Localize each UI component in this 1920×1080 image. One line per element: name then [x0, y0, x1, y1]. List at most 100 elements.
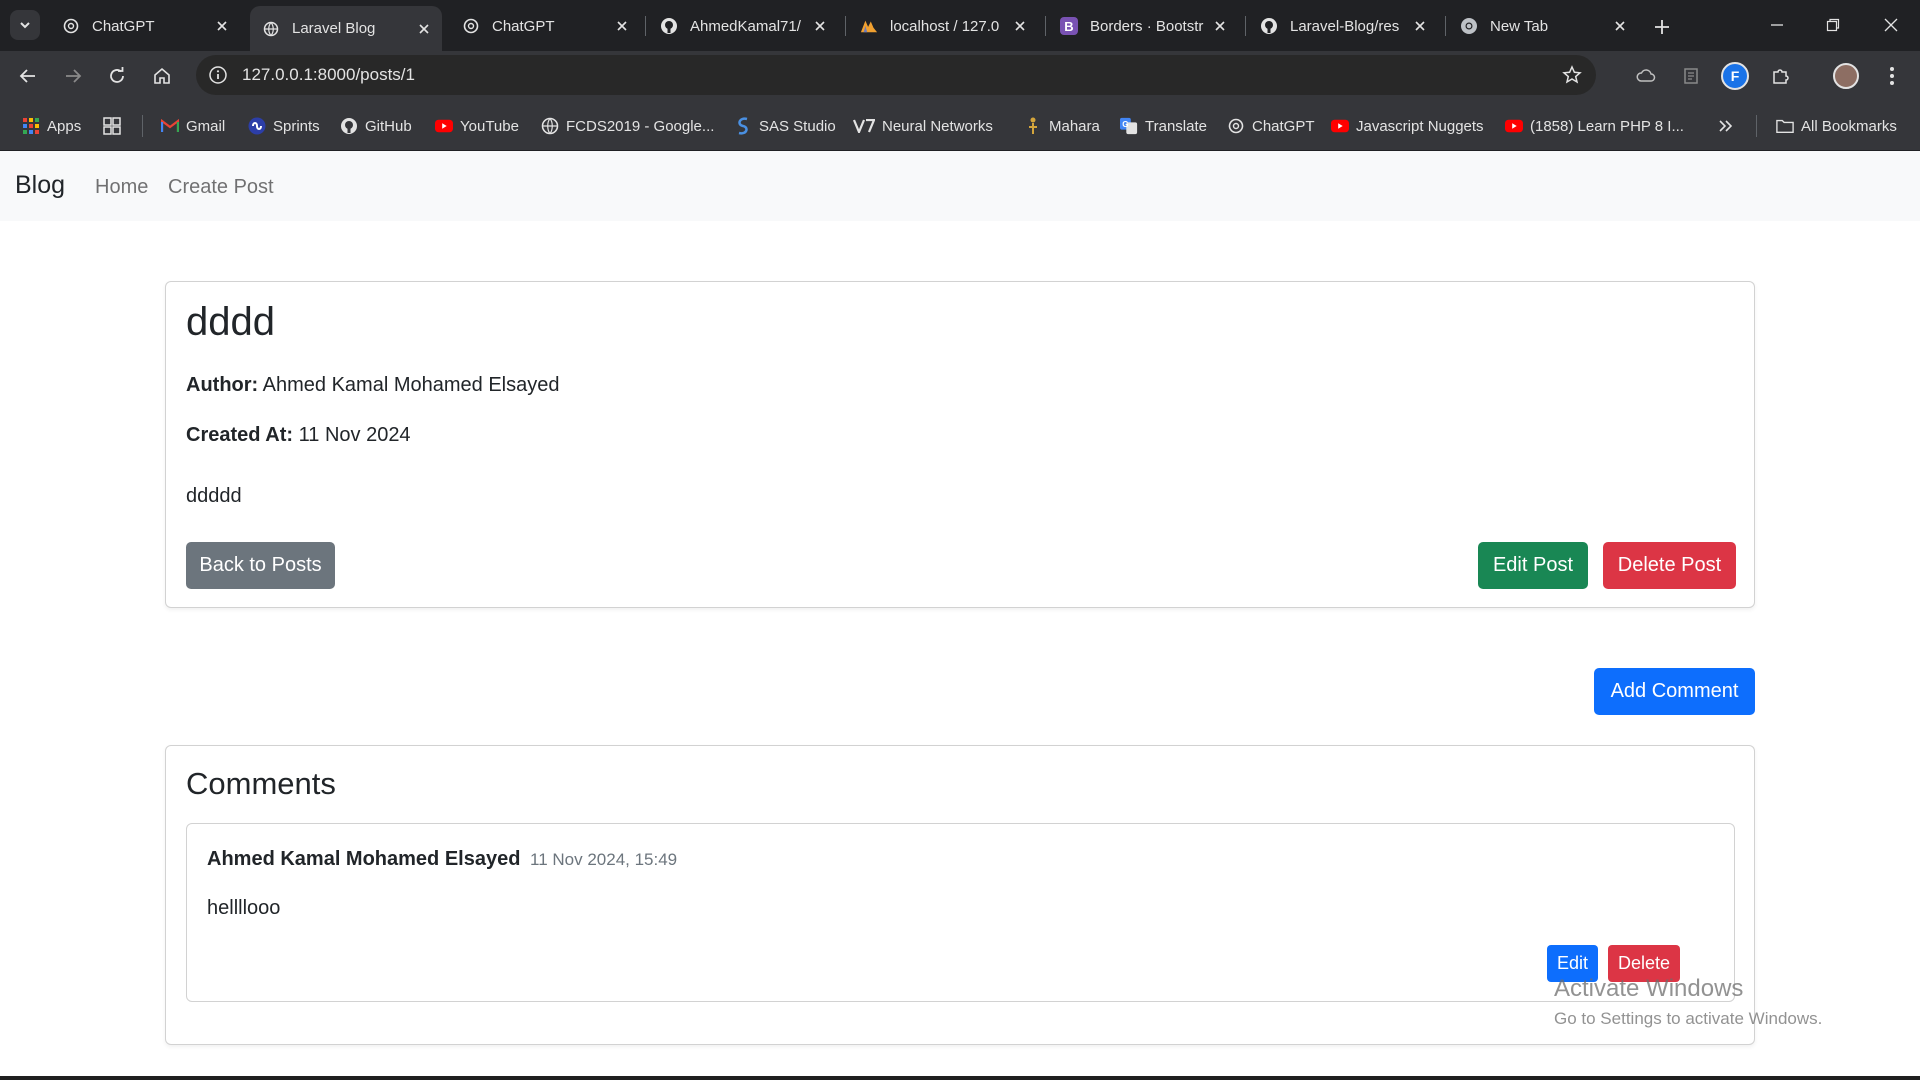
tab-title: ChatGPT — [492, 17, 555, 35]
tab-laravel-blog[interactable]: Laravel Blog — [250, 6, 442, 51]
tab-separator — [645, 16, 646, 36]
bookmark-javascript-nuggets[interactable]: Javascript Nuggets — [1331, 115, 1484, 137]
page-content: Blog Home Create Post dddd Author: Ahmed… — [0, 151, 1920, 1080]
extension-button[interactable] — [1628, 58, 1664, 94]
bookmark-label: YouTube — [460, 117, 519, 135]
sprints-icon — [248, 117, 266, 135]
bookmark-tab-groups[interactable] — [103, 115, 128, 137]
comment-item: Ahmed Kamal Mohamed Elsayed 11 Nov 2024,… — [186, 823, 1735, 1002]
close-icon[interactable] — [1410, 16, 1430, 36]
site-info-icon[interactable] — [206, 63, 230, 87]
bookmark-learn-php[interactable]: (1858) Learn PHP 8 I... — [1505, 115, 1684, 137]
home-button[interactable] — [144, 58, 180, 94]
bookmark-separator — [1756, 115, 1757, 137]
tab-phpmyadmin[interactable]: localhost / 127.0 — [848, 6, 1038, 46]
comment-author-name: Ahmed Kamal Mohamed Elsayed — [207, 848, 521, 870]
close-icon[interactable] — [810, 16, 830, 36]
tab-title: ChatGPT — [92, 17, 155, 35]
profile-button[interactable] — [1828, 58, 1864, 94]
comment-date: 11 Nov 2024, 15:49 — [530, 850, 678, 869]
bookmark-neural-networks[interactable]: Neural Networks — [853, 115, 993, 137]
tab-title: AhmedKamal71/ — [690, 17, 801, 35]
avatar-initial: F — [1730, 68, 1740, 84]
bookmark-youtube[interactable]: YouTube — [435, 115, 519, 137]
bookmark-gmail[interactable]: Gmail — [161, 115, 225, 137]
youtube-icon — [1331, 117, 1349, 135]
tab-title: Borders · Bootstr — [1090, 17, 1204, 35]
close-icon[interactable] — [212, 16, 232, 36]
bookmark-sprints[interactable]: Sprints — [248, 115, 320, 137]
svg-text:G: G — [1122, 120, 1128, 129]
bookmarks-bar: Apps Gmail Sprints GitHub YouTube FCDS20… — [0, 100, 1920, 151]
tab-title: Laravel-Blog/res — [1290, 17, 1400, 35]
tab-chatgpt-1[interactable]: ChatGPT — [50, 6, 240, 46]
tab-search-button[interactable] — [10, 10, 40, 40]
delete-post-button[interactable]: Delete Post — [1603, 542, 1736, 589]
menu-button[interactable] — [1874, 58, 1910, 94]
navbar: Blog Home Create Post — [0, 151, 1920, 221]
nav-link-home[interactable]: Home — [95, 176, 148, 199]
reading-list-button[interactable] — [1673, 58, 1709, 94]
restore-icon — [1826, 18, 1840, 32]
close-icon[interactable] — [1010, 16, 1030, 36]
tab-separator — [1445, 16, 1446, 36]
bookmark-label: Neural Networks — [882, 117, 993, 135]
profile-extension-button[interactable]: F — [1717, 58, 1753, 94]
comments-card: Comments Ahmed Kamal Mohamed Elsayed 11 … — [165, 745, 1755, 1045]
bookmark-chatgpt[interactable]: ChatGPT — [1227, 115, 1315, 137]
youtube-icon — [1505, 117, 1523, 135]
back-button[interactable] — [10, 58, 46, 94]
url-text[interactable]: 127.0.0.1:8000/posts/1 — [242, 55, 415, 95]
minimize-button[interactable] — [1759, 10, 1795, 40]
chatgpt-icon — [1227, 117, 1245, 135]
post-title: dddd — [186, 300, 275, 344]
tab-github-laravel-blog[interactable]: Laravel-Blog/res — [1248, 6, 1438, 46]
tab-title: localhost / 127.0 — [890, 17, 1000, 35]
tab-github-ahmedkamal[interactable]: AhmedKamal71/ — [648, 6, 838, 46]
navbar-brand[interactable]: Blog — [15, 171, 65, 200]
home-icon — [154, 67, 170, 84]
windows-activation-watermark: Activate Windows Go to Settings to activ… — [1554, 975, 1822, 1029]
tab-chatgpt-2[interactable]: ChatGPT — [450, 6, 640, 46]
bookmark-apps[interactable]: Apps — [22, 115, 81, 137]
bookmark-star-icon[interactable] — [1560, 63, 1584, 87]
tab-bootstrap-borders[interactable]: B Borders · Bootstr — [1048, 6, 1238, 46]
extensions-button[interactable] — [1763, 58, 1799, 94]
address-bar[interactable]: 127.0.0.1:8000/posts/1 — [196, 55, 1596, 95]
close-icon[interactable] — [612, 16, 632, 36]
comment-author: Ahmed Kamal Mohamed Elsayed 11 Nov 2024,… — [207, 848, 677, 871]
bookmark-sas-studio[interactable]: SAS Studio — [734, 115, 836, 137]
forward-button[interactable] — [55, 58, 91, 94]
new-tab-button[interactable] — [1648, 13, 1676, 41]
add-comment-button[interactable]: Add Comment — [1594, 668, 1755, 715]
bookmark-github[interactable]: GitHub — [340, 115, 412, 137]
close-icon[interactable] — [1210, 16, 1230, 36]
tab-new-tab[interactable]: New Tab — [1448, 6, 1638, 46]
bootstrap-icon: B — [1060, 17, 1078, 35]
folder-icon — [1776, 117, 1794, 135]
bookmarks-overflow-button[interactable] — [1717, 115, 1742, 137]
reload-button[interactable] — [99, 58, 135, 94]
post-author: Author: Ahmed Kamal Mohamed Elsayed — [186, 374, 559, 397]
close-icon[interactable] — [1610, 16, 1630, 36]
bookmark-fcds2019[interactable]: FCDS2019 - Google... — [541, 115, 714, 137]
author-label: Author: — [186, 374, 259, 396]
restore-button[interactable] — [1815, 10, 1851, 40]
edit-post-button[interactable]: Edit Post — [1478, 542, 1588, 589]
post-created-at: Created At: 11 Nov 2024 — [186, 424, 411, 447]
bookmark-mahara[interactable]: Mahara — [1024, 115, 1100, 137]
window-close-button[interactable] — [1873, 10, 1909, 40]
all-bookmarks[interactable]: All Bookmarks — [1776, 115, 1897, 137]
back-to-posts-button[interactable]: Back to Posts — [186, 542, 335, 589]
close-icon[interactable] — [414, 19, 434, 39]
created-label: Created At: — [186, 424, 294, 446]
youtube-icon — [435, 117, 453, 135]
bookmark-label: Mahara — [1049, 117, 1100, 135]
bookmark-translate[interactable]: G Translate — [1120, 115, 1207, 137]
bookmark-label: (1858) Learn PHP 8 I... — [1530, 117, 1684, 135]
puzzle-icon — [1773, 69, 1789, 84]
translate-icon: G — [1120, 117, 1138, 135]
bookmark-label: GitHub — [365, 117, 412, 135]
chrome-icon — [1460, 17, 1478, 35]
nav-link-create-post[interactable]: Create Post — [168, 176, 274, 199]
